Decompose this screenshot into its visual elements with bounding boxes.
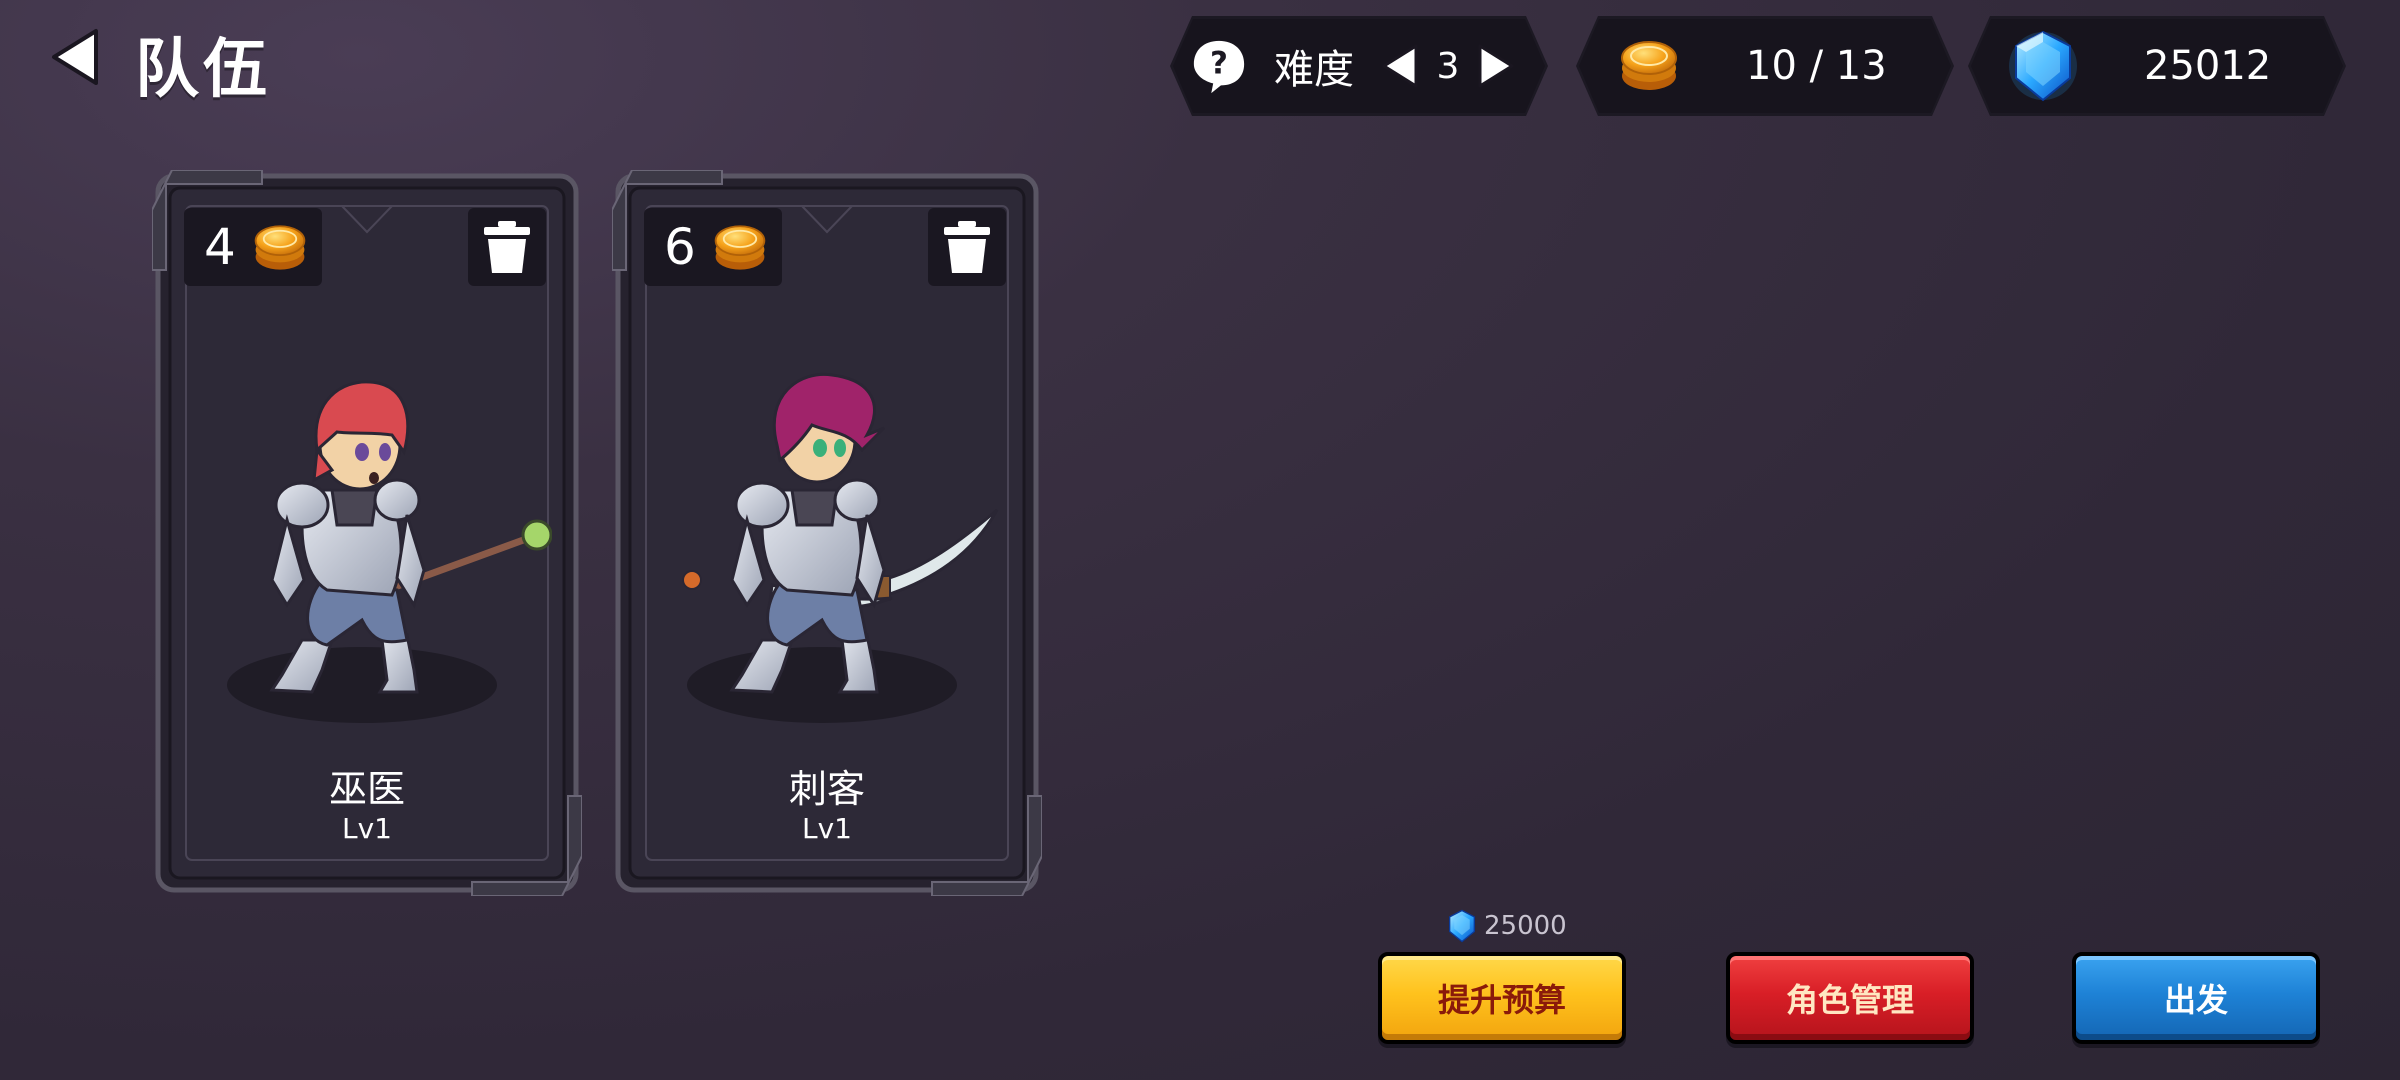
budget-upgrade-cost-value: 25000 [1484, 911, 1567, 941]
cost-badge: 6 [644, 208, 782, 286]
help-icon[interactable]: ? [1190, 37, 1248, 95]
assassin-portrait [682, 372, 999, 723]
character-name: 刺客 [788, 767, 865, 811]
team-card[interactable]: 4 巫医 Lv1 [152, 170, 582, 896]
gem-icon [1448, 909, 1476, 943]
arrow-right-icon [1476, 42, 1516, 90]
character-name: 巫医 [328, 767, 405, 811]
gem-icon [2008, 26, 2078, 106]
gold-coin-icon [254, 225, 306, 270]
remove-member-button[interactable] [928, 208, 1006, 286]
gold-coin-icon [714, 225, 766, 270]
gem-panel: 25012 [1968, 16, 2346, 116]
character-level: Lv1 [342, 812, 392, 845]
gold-panel: 10 / 13 [1576, 16, 1954, 116]
role-management-button[interactable]: 角色管理 [1726, 952, 1974, 1044]
remove-member-button[interactable] [468, 208, 546, 286]
cost-badge: 4 [184, 208, 322, 286]
trash-icon [944, 221, 990, 273]
page-title: 队伍 [135, 33, 271, 107]
back-arrow-icon [52, 29, 98, 85]
back-button[interactable] [40, 22, 110, 92]
difficulty-panel: ? 难度 3 [1170, 16, 1548, 116]
difficulty-label: 难度 [1274, 47, 1354, 93]
difficulty-increase-button[interactable] [1474, 41, 1518, 91]
arrow-left-icon [1380, 42, 1420, 90]
team-card[interactable]: 6 刺客 Lv1 [612, 170, 1042, 896]
svg-text:?: ? [1210, 46, 1228, 82]
cost-value: 4 [204, 218, 236, 276]
gold-coin-icon [1618, 34, 1680, 96]
cost-value: 6 [664, 218, 696, 276]
gold-value: 10 / 13 [1746, 43, 1887, 89]
difficulty-value: 3 [1436, 45, 1460, 87]
character-level: Lv1 [802, 812, 852, 845]
witch-doctor-portrait [227, 380, 552, 723]
budget-upgrade-cost: 25000 [1446, 906, 1567, 946]
upgrade-budget-button[interactable]: 提升预算 [1378, 952, 1626, 1044]
gem-value: 25012 [2144, 43, 2272, 89]
difficulty-decrease-button[interactable] [1378, 41, 1422, 91]
trash-icon [484, 221, 530, 273]
depart-button[interactable]: 出发 [2072, 952, 2320, 1044]
